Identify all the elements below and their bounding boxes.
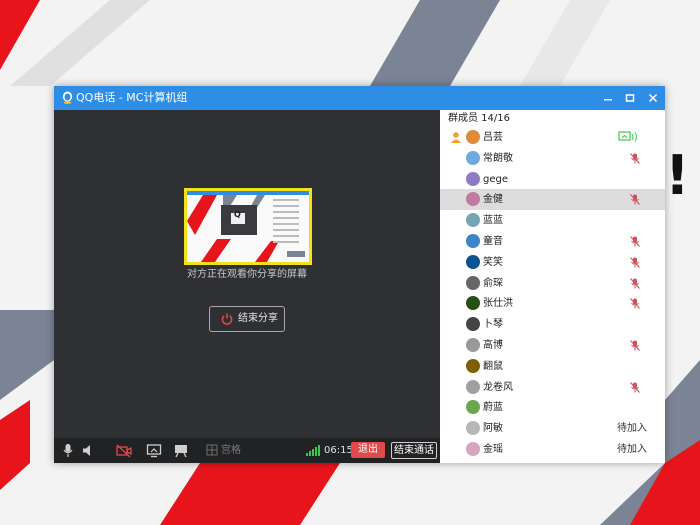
member-row[interactable]: 龙卷风 [440, 377, 665, 398]
mic-muted-icon [630, 298, 640, 310]
member-name: 蓝蓝 [483, 215, 503, 227]
call-duration: 06:15 [324, 445, 353, 456]
member-name: 童音 [483, 236, 503, 247]
grid-view-icon[interactable] [206, 443, 218, 458]
screen-share-icon[interactable] [146, 443, 162, 458]
signal-strength-icon [306, 445, 320, 456]
member-name: 龙卷风 [483, 381, 513, 393]
avatar [466, 192, 480, 207]
thumb-brand-text: Q [234, 210, 241, 219]
avatar [466, 379, 480, 394]
member-name: gege [483, 173, 508, 185]
member-row[interactable]: 卜琴 [440, 314, 665, 335]
members-header: 群成员 14/16 [448, 113, 510, 124]
qq-penguin-icon [62, 91, 73, 104]
member-name: 笑笑 [483, 256, 503, 268]
maximize-icon[interactable] [622, 90, 638, 106]
avatar [466, 400, 480, 415]
member-name: 蔚蓝 [483, 402, 503, 414]
end-share-label: 结束分享 [238, 313, 278, 324]
member-row[interactable]: 笑笑 [440, 252, 665, 273]
avatar [466, 421, 480, 436]
members-panel: 群成员 14/16 吕芸常朗敬 gege 金健蓝蓝童音笑笑俞琛张仕洪卜琴高博翻鼠龙卷… [440, 110, 665, 463]
demo-board-icon[interactable] [173, 443, 189, 458]
call-toolbar: 宫格 06:15 退出 结束通话 [54, 438, 440, 463]
member-name: 翻鼠 [483, 360, 503, 372]
screen-share-area: Q 对方正在观看你分享的屏幕 结束分享 [54, 110, 440, 438]
member-row[interactable]: 金健 [440, 189, 665, 211]
mic-muted-icon [630, 236, 640, 247]
member-row[interactable]: 张仕洪 [440, 293, 665, 314]
member-status: 待加入 [617, 444, 647, 455]
member-row[interactable]: 金瑶 待加入 [440, 439, 665, 460]
shared-screen-thumbnail[interactable]: Q [184, 188, 312, 265]
mic-muted-icon [630, 340, 640, 351]
end-share-button[interactable]: 结束分享 [209, 306, 285, 332]
power-icon [221, 313, 233, 325]
avatar [466, 171, 480, 186]
member-name: 金瑶 [483, 444, 503, 455]
member-name: 高博 [483, 340, 503, 351]
member-row[interactable]: 蓝蓝 [440, 210, 665, 231]
mic-muted-icon [630, 152, 640, 164]
member-name: 金健 [483, 194, 503, 206]
avatar [466, 442, 480, 456]
qq-call-window: QQ电话 - MC计算机组 Q 对方正在观看你分享的屏幕 结束分享 宫格 06:… [54, 86, 665, 463]
avatar [466, 317, 480, 332]
member-name: 张仕洪 [483, 298, 513, 310]
avatar [466, 213, 480, 228]
member-row[interactable]: 翻鼠 [440, 356, 665, 377]
member-status: 待加入 [617, 423, 647, 435]
microphone-icon[interactable] [62, 443, 74, 458]
close-icon[interactable] [645, 90, 661, 106]
window-title: QQ电话 - MC计算机组 [76, 91, 188, 104]
minimize-icon[interactable] [600, 90, 616, 106]
member-row[interactable]: 常朗敬 [440, 148, 665, 169]
title-bar[interactable]: QQ电话 - MC计算机组 [54, 86, 665, 110]
member-name: 吕芸 [483, 132, 503, 143]
avatar [466, 275, 480, 290]
avatar [466, 338, 480, 352]
member-row[interactable]: gege [440, 169, 665, 190]
avatar [466, 234, 480, 248]
camera-off-icon[interactable] [116, 443, 132, 458]
exit-button[interactable]: 退出 [351, 442, 385, 458]
mic-muted-icon [630, 194, 640, 206]
grid-view-label[interactable]: 宫格 [221, 443, 241, 458]
member-row[interactable]: 吕芸 [440, 127, 665, 148]
member-row[interactable]: 俞琛 [440, 273, 665, 294]
mic-muted-icon [630, 256, 640, 268]
avatar [466, 296, 480, 311]
member-name: 卜琴 [483, 319, 503, 331]
member-row[interactable]: 童音 [440, 231, 665, 252]
member-name: 俞琛 [483, 277, 503, 289]
member-name: 阿敏 [483, 423, 503, 435]
screen-watch-status: 对方正在观看你分享的屏幕 [187, 269, 307, 280]
group-owner-icon [451, 132, 461, 143]
member-row[interactable]: 阿敏 待加入 [440, 418, 665, 439]
shared-screen-preview [187, 191, 309, 262]
avatar [466, 254, 480, 269]
mic-muted-icon [630, 277, 640, 289]
member-row[interactable]: 蔚蓝 [440, 397, 665, 418]
background-slide-text: ! [665, 144, 690, 207]
avatar [466, 358, 480, 373]
avatar [466, 130, 480, 144]
sharing-screen-icon [618, 131, 637, 142]
member-name: 常朗敬 [483, 152, 513, 164]
member-row[interactable]: 高博 [440, 335, 665, 356]
mic-muted-icon [630, 381, 640, 393]
end-call-button[interactable]: 结束通话 [391, 442, 437, 459]
speaker-icon[interactable] [82, 443, 94, 458]
avatar [466, 150, 480, 165]
